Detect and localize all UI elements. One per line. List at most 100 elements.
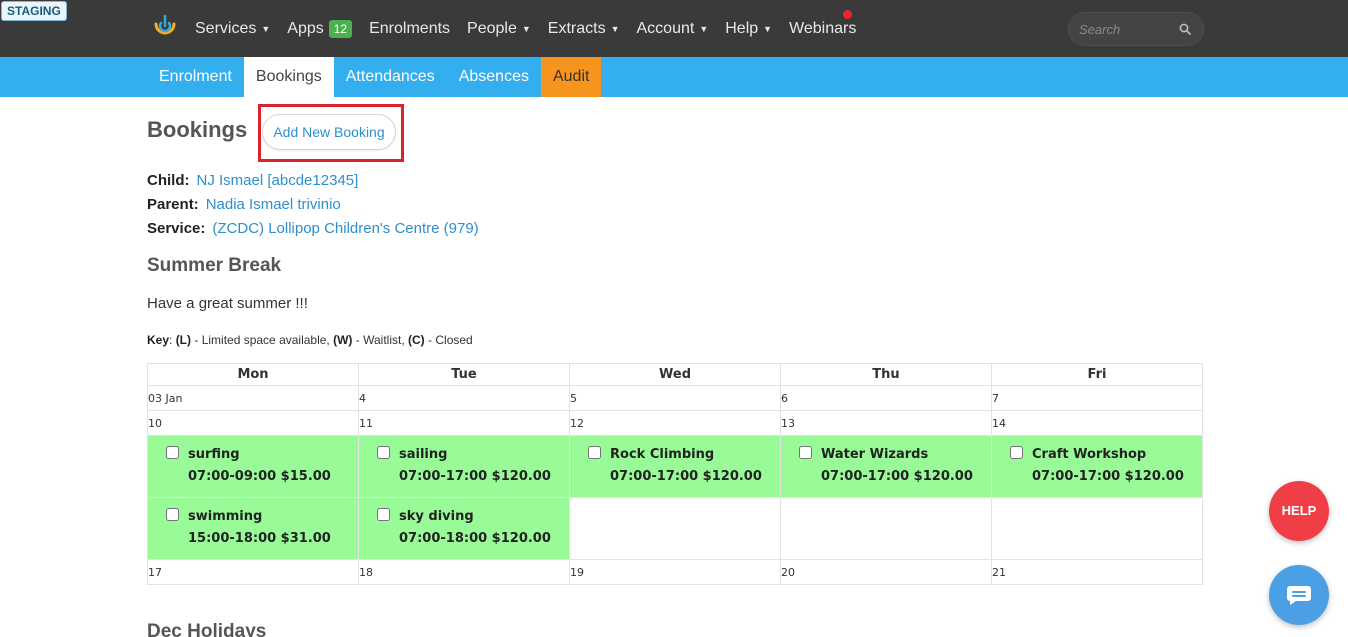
- booking-name: sky diving: [399, 509, 474, 524]
- date-cell: 13: [780, 410, 992, 436]
- date-cell: 17: [147, 559, 359, 585]
- booking-checkbox[interactable]: [799, 446, 812, 459]
- tab-bookings[interactable]: Bookings: [243, 57, 334, 97]
- nav-people[interactable]: People ▼: [467, 20, 531, 38]
- booking-details: 07:00-17:00 $120.00: [1032, 469, 1184, 484]
- search-input[interactable]: [1079, 22, 1179, 37]
- date-cell: 03 Jan: [147, 385, 359, 411]
- nav-account-label: Account: [636, 19, 695, 37]
- date-cell: 10: [147, 410, 359, 436]
- nav-extracts-label: Extracts: [547, 19, 606, 37]
- key-c-code: (C): [408, 333, 425, 347]
- date-cell: 12: [569, 410, 781, 436]
- booking-item: sailing 07:00-17:00 $120.00: [359, 436, 569, 488]
- nav-enrolments[interactable]: Enrolments: [369, 20, 450, 38]
- week-row: 03 Jan 4 5 6 7: [147, 385, 1203, 411]
- service-label: Service:: [147, 220, 206, 237]
- tab-enrolment[interactable]: Enrolment: [147, 57, 244, 97]
- booking-calendar: Mon Tue Wed Thu Fri 03 Jan 4 5 6 7 10 11…: [147, 363, 1203, 585]
- nav-account[interactable]: Account ▼: [637, 20, 709, 38]
- nav-apps-label: Apps: [287, 19, 324, 37]
- booking-checkbox[interactable]: [166, 446, 179, 459]
- booking-name: Craft Workshop: [1032, 447, 1147, 462]
- empty-slot: [780, 497, 992, 560]
- booking-checkbox[interactable]: [377, 446, 390, 459]
- booking-item: sky diving 07:00-18:00 $120.00: [359, 498, 569, 550]
- booking-slot: sailing 07:00-17:00 $120.00: [358, 435, 570, 498]
- key-l-code: (L): [175, 333, 192, 347]
- chat-icon: [1287, 586, 1311, 605]
- booking-row: swimming 15:00-18:00 $31.00 sky diving 07:…: [147, 497, 1203, 560]
- tab-absences[interactable]: Absences: [447, 57, 541, 97]
- booking-slot: Craft Workshop 07:00-17:00 $120.00: [991, 435, 1203, 498]
- next-section-title: Dec Holidays: [147, 621, 267, 637]
- nav-services[interactable]: Services ▼: [195, 20, 270, 38]
- help-button[interactable]: HELP: [1269, 481, 1329, 541]
- booking-details: 07:00-17:00 $120.00: [610, 469, 762, 484]
- key-w-code: (W): [333, 333, 353, 347]
- parent-label: Parent:: [147, 196, 199, 213]
- chevron-down-icon: ▼: [261, 23, 271, 34]
- date-cell: 5: [569, 385, 781, 411]
- nav-webinars[interactable]: Webinars: [789, 20, 856, 38]
- booking-details: 15:00-18:00 $31.00: [188, 531, 331, 546]
- chevron-down-icon: ▼: [521, 23, 531, 34]
- booking-checkbox[interactable]: [377, 508, 390, 521]
- staging-badge: STAGING: [1, 1, 67, 21]
- empty-slot: [569, 497, 781, 560]
- service-row: Service: (ZCDC) Lollipop Children's Centr…: [147, 220, 479, 237]
- search-icon[interactable]: [1179, 23, 1191, 35]
- booking-checkbox[interactable]: [588, 446, 601, 459]
- apps-count-badge: 12: [328, 19, 353, 38]
- booking-item: Water Wizards 07:00-17:00 $120.00: [781, 436, 991, 488]
- booking-checkbox[interactable]: [1010, 446, 1023, 459]
- add-new-booking-button[interactable]: Add New Booking: [262, 114, 396, 150]
- date-cell: 19: [569, 559, 781, 585]
- service-link[interactable]: (ZCDC) Lollipop Children's Centre (979): [212, 220, 478, 237]
- booking-name: surfing: [188, 447, 240, 462]
- booking-name: sailing: [399, 447, 448, 462]
- week-row: 10 11 12 13 14: [147, 410, 1203, 436]
- nav-extracts[interactable]: Extracts ▼: [548, 20, 620, 38]
- section-title: Summer Break: [147, 255, 282, 276]
- tab-audit[interactable]: Audit: [540, 57, 602, 97]
- nav-help[interactable]: Help ▼: [725, 20, 772, 38]
- date-cell: 4: [358, 385, 570, 411]
- key-l-text: - Limited space available,: [194, 333, 330, 347]
- chevron-down-icon: ▼: [610, 23, 620, 34]
- booking-details: 07:00-09:00 $15.00: [188, 469, 331, 484]
- day-header: Wed: [569, 363, 781, 386]
- availability-key: Key: (L) - Limited space available, (W) …: [147, 333, 473, 347]
- app-logo[interactable]: [152, 14, 178, 40]
- date-cell: 18: [358, 559, 570, 585]
- search-box: [1068, 12, 1204, 46]
- booking-item: surfing 07:00-09:00 $15.00: [148, 436, 358, 488]
- date-cell: 11: [358, 410, 570, 436]
- booking-slot: surfing 07:00-09:00 $15.00: [147, 435, 359, 498]
- parent-row: Parent: Nadia Ismael trivinio: [147, 196, 341, 213]
- day-header: Tue: [358, 363, 570, 386]
- date-cell: 14: [991, 410, 1203, 436]
- tab-attendances[interactable]: Attendances: [334, 57, 447, 97]
- nav-webinars-label: Webinars: [789, 19, 857, 37]
- parent-link[interactable]: Nadia Ismael trivinio: [206, 196, 341, 213]
- nav-apps[interactable]: Apps 12: [287, 19, 353, 38]
- day-header: Thu: [780, 363, 992, 386]
- child-link[interactable]: NJ Ismael [abcde12345]: [197, 172, 359, 189]
- booking-slot: Water Wizards 07:00-17:00 $120.00: [780, 435, 992, 498]
- nav-enrolments-label: Enrolments: [369, 19, 451, 37]
- booking-name: Rock Climbing: [610, 447, 715, 462]
- date-cell: 6: [780, 385, 992, 411]
- booking-item: Craft Workshop 07:00-17:00 $120.00: [992, 436, 1202, 488]
- booking-row: surfing 07:00-09:00 $15.00 sailing 07:00-1…: [147, 435, 1203, 498]
- chevron-down-icon: ▼: [699, 23, 709, 34]
- key-w-text: - Waitlist,: [355, 333, 405, 347]
- booking-slot: sky diving 07:00-18:00 $120.00: [358, 497, 570, 560]
- nav-services-label: Services: [195, 19, 257, 37]
- child-row: Child: NJ Ismael [abcde12345]: [147, 172, 358, 189]
- booking-checkbox[interactable]: [166, 508, 179, 521]
- chat-button[interactable]: [1269, 565, 1329, 625]
- nav-help-label: Help: [725, 19, 759, 37]
- chevron-down-icon: ▼: [763, 23, 773, 34]
- booking-name: swimming: [188, 509, 263, 524]
